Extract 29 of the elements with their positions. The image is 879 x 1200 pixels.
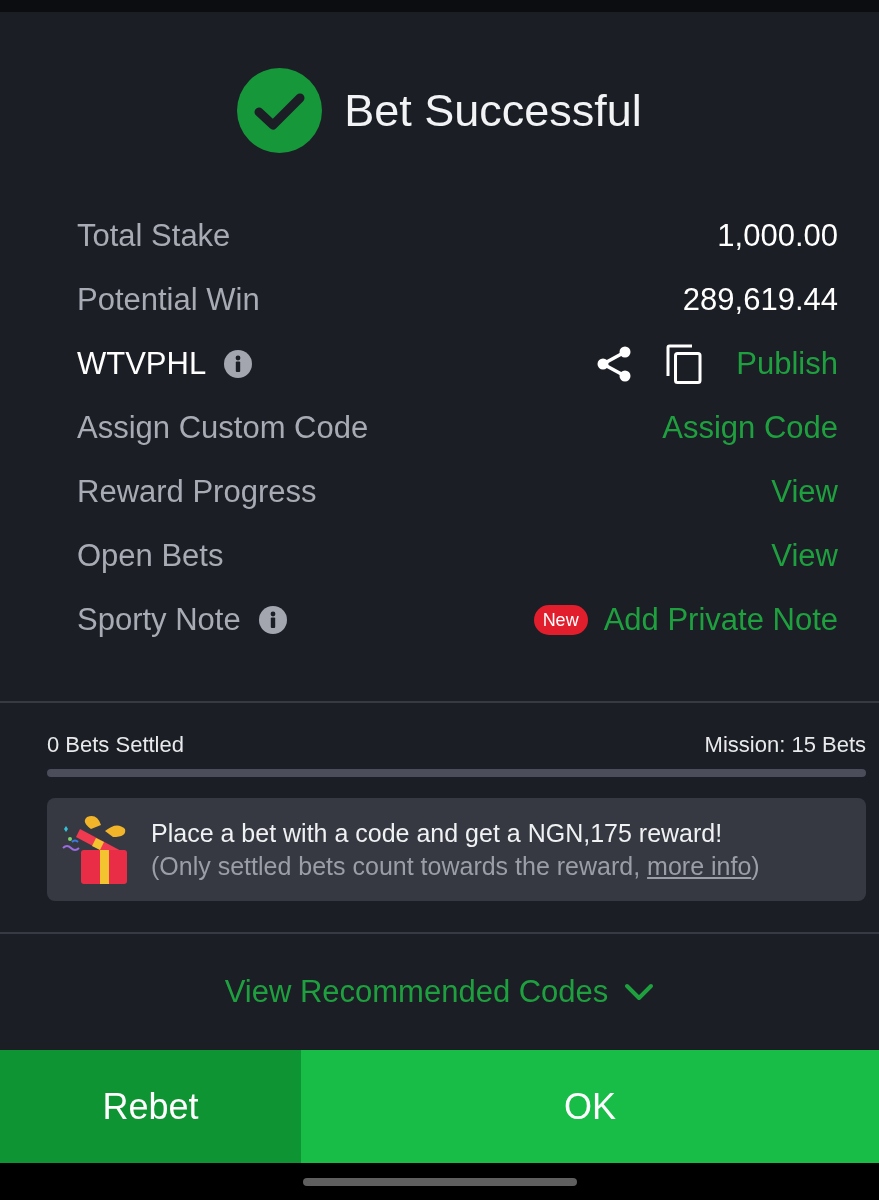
row-label: Potential Win <box>77 282 260 318</box>
row-value: 289,619.44 <box>682 282 838 318</box>
info-icon[interactable] <box>224 350 253 378</box>
more-info-link[interactable]: more info <box>647 851 752 880</box>
success-title: Bet Successful <box>344 84 642 137</box>
view-recommended-codes-button[interactable]: View Recommended Codes <box>224 974 655 1010</box>
action-link[interactable]: Add Private Note <box>603 602 838 638</box>
info-icon[interactable] <box>258 606 287 634</box>
row-label: Total Stake <box>77 218 231 254</box>
row-label: Assign Custom Code <box>77 410 369 446</box>
copy-icon[interactable] <box>666 344 703 384</box>
reward-note: (Only settled bets count towards the reward, more info) <box>151 850 760 882</box>
action-link[interactable]: View <box>771 538 838 574</box>
row-label: Reward Progress <box>77 474 317 510</box>
publish-link[interactable]: Publish <box>736 346 838 382</box>
action-link[interactable]: View <box>771 474 838 510</box>
rebet-button[interactable]: Rebet <box>0 1050 301 1163</box>
check-circle-icon <box>237 68 323 153</box>
share-icon[interactable] <box>596 346 633 382</box>
new-badge: New <box>533 605 588 635</box>
row-label: Sporty Note <box>77 602 241 638</box>
booking-code: WTVPHL <box>77 346 207 382</box>
bets-settled-count: 0 Bets Settled <box>47 731 184 759</box>
row-value: 1,000.00 <box>717 218 838 254</box>
reward-headline: Place a bet with a code and get a NGN,175 reward! <box>151 817 724 849</box>
row-label: Open Bets <box>77 538 224 574</box>
action-link[interactable]: Assign Code <box>662 410 838 446</box>
ok-button[interactable]: OK <box>301 1050 879 1163</box>
mission-target: Mission: 15 Bets <box>704 731 866 759</box>
